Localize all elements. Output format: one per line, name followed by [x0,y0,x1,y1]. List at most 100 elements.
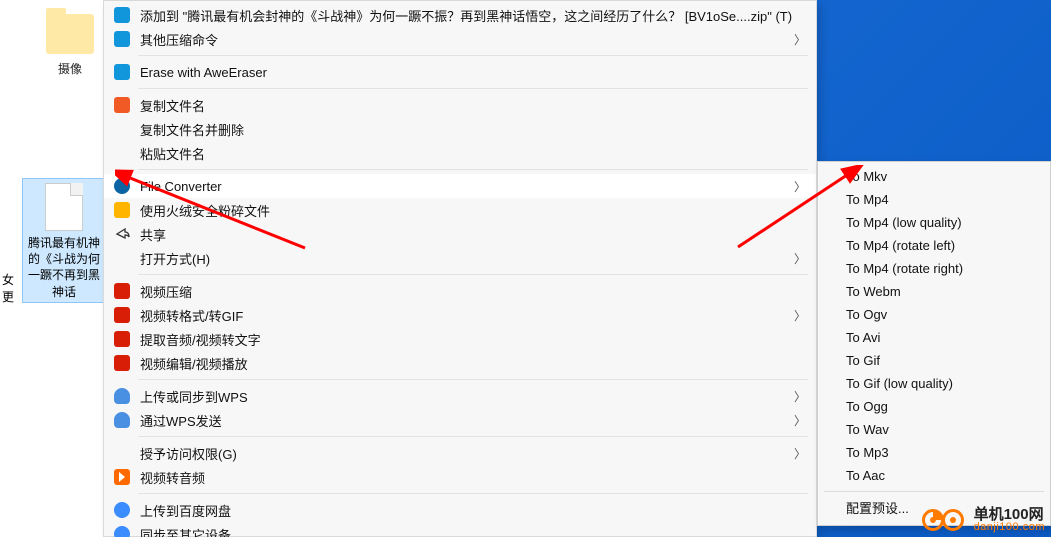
chevron-right-icon: 〉 [794,250,806,267]
chevron-right-icon: 〉 [794,307,806,324]
menu-item-label: 添加到 "腾讯最有机会封神的《斗战神》为何一蹶不振？再到黑神话悟空，这之间经历了… [140,6,806,25]
menu-item-label: 同步至其它设备 [140,525,806,537]
submenu-separator [824,491,1044,492]
menu-item-syncother[interactable]: 同步至其它设备 [104,522,816,537]
watermark: 单机100网 danji100.com [922,507,1045,533]
menu-item-label: 上传或同步到WPS [140,387,786,406]
chevron-right-icon: 〉 [794,388,806,405]
menu-item-wpssend[interactable]: 通过WPS发送〉 [104,408,816,432]
menu-item-pastename[interactable]: 粘贴文件名 [104,141,816,165]
menu-item-label: File Converter [140,179,786,194]
menu-item-label: 使用火绒安全粉碎文件 [140,201,806,220]
menu-item-uploadbaidu[interactable]: 上传到百度网盘 [104,498,816,522]
partial-file-label: 女更 [0,272,16,306]
submenu-item-label: To Mp4 (rotate left) [846,238,955,253]
submenu-item-label: To Mp4 [846,192,889,207]
menu-item-addzip[interactable]: 添加到 "腾讯最有机会封神的《斗战神》为何一蹶不振？再到黑神话悟空，这之间经历了… [104,3,816,27]
file-item-selected[interactable]: 腾讯最有机神的《斗战为何一蹶不再到黑神话 [22,178,106,303]
file-converter-icon [112,176,132,196]
menu-separator [138,274,808,275]
context-menu: 添加到 "腾讯最有机会封神的《斗战神》为何一蹶不振？再到黑神话悟空，这之间经历了… [103,0,817,537]
chevron-right-icon: 〉 [794,445,806,462]
huorong-icon [112,200,132,220]
menu-item-label: Erase with AweEraser [140,65,806,80]
submenu-item-label: To Mkv [846,169,887,184]
menu-item-label: 复制文件名并删除 [140,120,806,139]
submenu-item-label: To Webm [846,284,901,299]
submenu-item-to-avi[interactable]: To Avi [818,326,1050,349]
copy-name-icon [112,95,132,115]
menu-item-openwith[interactable]: 打开方式(H) 〉 [104,246,816,270]
baidu-upload-icon [112,500,132,520]
menu-item-videdit[interactable]: 视频编辑/视频播放 [104,351,816,375]
menu-separator [138,493,808,494]
menu-item-label: 上传到百度网盘 [140,501,806,520]
submenu-item-to-wav[interactable]: To Wav [818,418,1050,441]
submenu-item-label: To Mp4 (low quality) [846,215,962,230]
file-icon [45,183,83,231]
folder-icon [46,14,94,54]
menu-item-fileconverter[interactable]: File Converter〉 [104,174,816,198]
menu-item-vidconvert[interactable]: 视频转格式/转GIF 〉 [104,303,816,327]
menu-item-huorong[interactable]: 使用火绒安全粉碎文件 [104,198,816,222]
submenu-item-label: To Ogv [846,307,887,322]
menu-item-vidcompress[interactable]: 视频压缩 [104,279,816,303]
archive-add-icon [112,5,132,25]
menu-item-share[interactable]: 共享 [104,222,816,246]
menu-item-label: 视频编辑/视频播放 [140,354,806,373]
video-to-audio-icon [112,467,132,487]
menu-item-label: 复制文件名 [140,96,806,115]
submenu-item-to-mp4-low-quality[interactable]: To Mp4 (low quality) [818,211,1050,234]
menu-item-label: 其他压缩命令 [140,30,786,49]
submenu-item-to-mp4-rotate-right[interactable]: To Mp4 (rotate right) [818,257,1050,280]
file-label: 腾讯最有机神的《斗战为何一蹶不再到黑神话 [25,235,103,300]
menu-item-label: 粘贴文件名 [140,144,806,163]
menu-item-copyname[interactable]: 复制文件名 [104,93,816,117]
watermark-cn: 单机100网 [974,507,1045,522]
menu-item-grantaccess[interactable]: 授予访问权限(G)〉 [104,441,816,465]
menu-item-aweeraser[interactable]: Erase with AweEraser [104,60,816,84]
submenu-item-to-gif-low-quality[interactable]: To Gif (low quality) [818,372,1050,395]
menu-item-label: 打开方式(H) [140,249,786,268]
menu-item-label: 视频转格式/转GIF [140,306,786,325]
wps-video-edit-icon [112,353,132,373]
wps-video-compress-icon [112,281,132,301]
wps-video-convert-icon [112,305,132,325]
menu-item-othercompress[interactable]: 其他压缩命令〉 [104,27,816,51]
submenu-item-label: To Ogg [846,399,888,414]
grant-access-icon [112,443,132,463]
submenu-item-to-mp4-rotate-left[interactable]: To Mp4 (rotate left) [818,234,1050,257]
submenu-item-to-ogg[interactable]: To Ogg [818,395,1050,418]
eraser-icon [112,62,132,82]
menu-item-label: 通过WPS发送 [140,411,786,430]
watermark-en: danji100.com [974,522,1045,533]
wps-cloud-upload-icon [112,386,132,406]
submenu-item-to-webm[interactable]: To Webm [818,280,1050,303]
submenu-item-to-gif[interactable]: To Gif [818,349,1050,372]
share-icon [112,224,132,244]
submenu-item-label: To Mp4 (rotate right) [846,261,963,276]
menu-item-label: 视频转音频 [140,468,806,487]
menu-item-vid2audio[interactable]: 视频转音频 [104,465,816,489]
submenu-item-label: To Avi [846,330,880,345]
wps-send-icon [112,410,132,430]
menu-item-uploadwps[interactable]: 上传或同步到WPS 〉 [104,384,816,408]
menu-separator [138,55,808,56]
menu-item-extractaudio[interactable]: 提取音频/视频转文字 [104,327,816,351]
menu-separator [138,379,808,380]
submenu-item-label: To Mp3 [846,445,889,460]
submenu-item-to-aac[interactable]: To Aac [818,464,1050,487]
folder-item[interactable]: 摄像 [38,14,102,77]
file-converter-submenu: To Mkv To Mp4 To Mp4 (low quality) To Mp4 (… [817,161,1051,526]
submenu-item-to-mp3[interactable]: To Mp3 [818,441,1050,464]
menu-separator [138,169,808,170]
open-with-icon [112,248,132,268]
menu-item-label: 共享 [140,225,806,244]
menu-item-copyname-del[interactable]: 复制文件名并删除 [104,117,816,141]
menu-separator [138,436,808,437]
submenu-item-to-ogv[interactable]: To Ogv [818,303,1050,326]
watermark-logo-icon [922,507,968,533]
chevron-right-icon: 〉 [794,412,806,429]
submenu-item-to-mp4[interactable]: To Mp4 [818,188,1050,211]
submenu-item-to-mkv[interactable]: To Mkv [818,165,1050,188]
